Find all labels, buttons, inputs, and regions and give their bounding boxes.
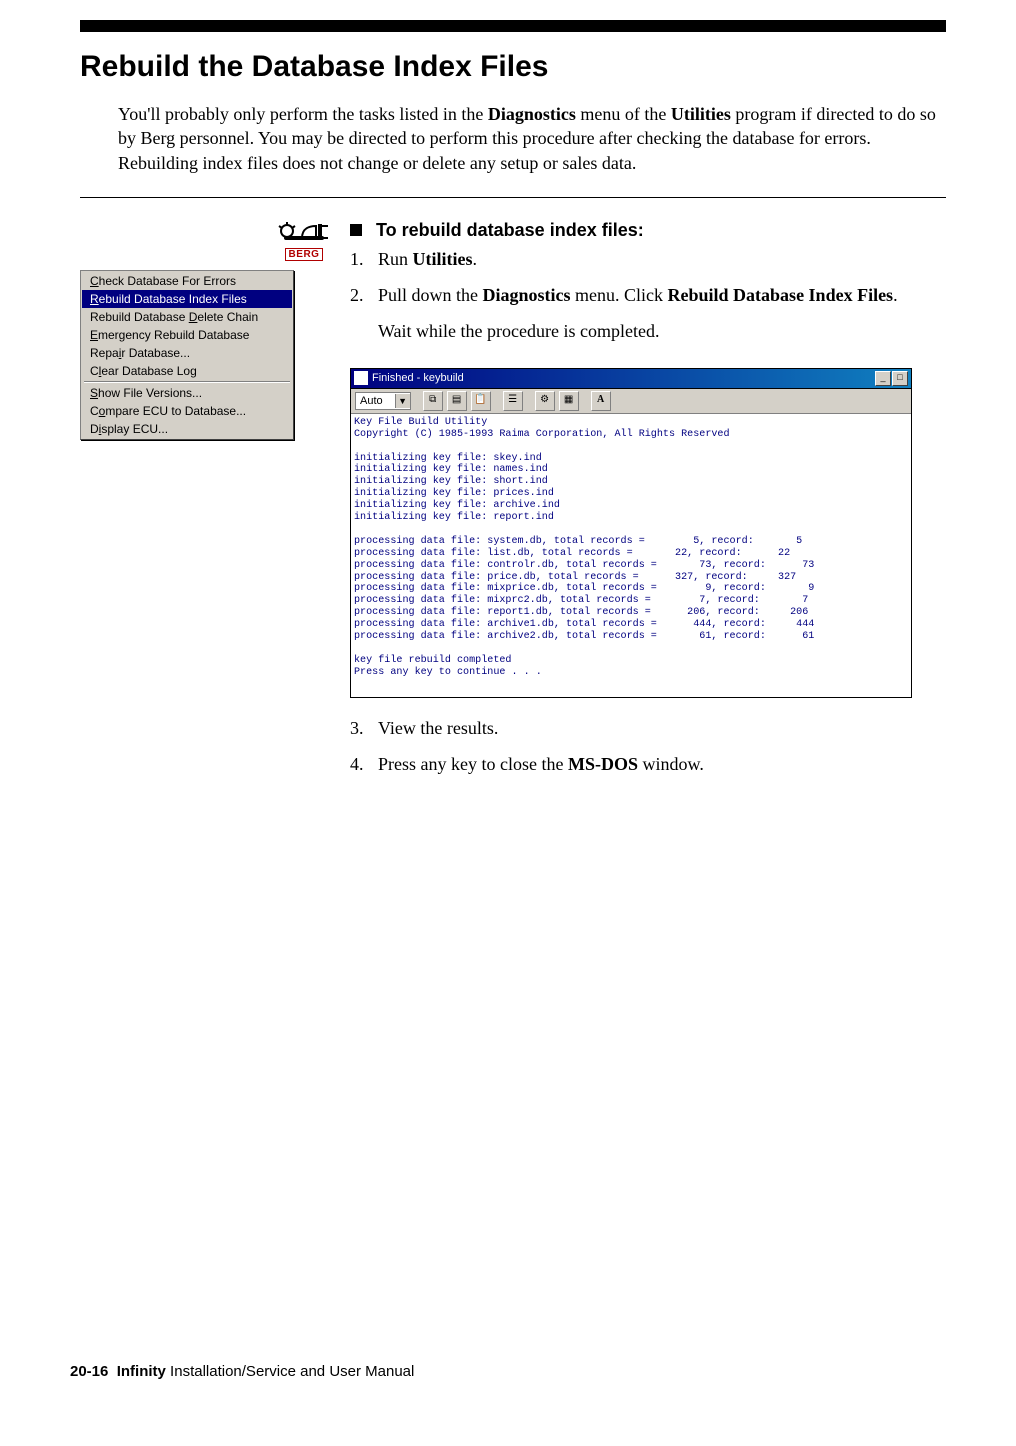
menu-separator [84,381,290,383]
chevron-down-icon: ▼ [395,394,410,408]
dos-window-title: Finished - keybuild [372,372,875,384]
font-size-combo[interactable]: Auto ▼ [355,392,411,410]
toolbar-button-6[interactable]: ▦ [559,391,579,411]
berg-glyph-icon [276,220,332,242]
toolbar-button-font[interactable]: A [591,391,611,411]
toolbar-button-1[interactable]: ⧉ [423,391,443,411]
menu-item-emergency-rebuild[interactable]: Emergency Rebuild Database [82,326,292,344]
diagnostics-menu: Check Database For Errors Rebuild Databa… [80,270,294,440]
top-bar [80,20,946,32]
minimize-button[interactable]: _ [875,371,891,386]
menu-item-display-ecu[interactable]: Display ECU... [82,420,292,438]
menu-item-check-database[interactable]: Check Database For Errors [82,272,292,290]
berg-brand-label: BERG [285,248,324,261]
square-bullet-icon [350,224,362,236]
toolbar-button-2[interactable]: ▤ [447,391,467,411]
dos-titlebar[interactable]: Finished - keybuild _ □ [351,369,911,389]
step-1: 1. Run Utilities. [350,247,946,271]
dos-window-icon [354,371,368,385]
task-heading: To rebuild database index files: [376,220,644,241]
step-2: 2. Pull down the Diagnostics menu. Click… [350,283,946,356]
toolbar-button-3[interactable]: 📋 [471,391,491,411]
toolbar-button-5[interactable]: ⚙ [535,391,555,411]
menu-item-rebuild-index[interactable]: Rebuild Database Index Files [82,290,292,308]
menu-item-compare-ecu[interactable]: Compare ECU to Database... [82,402,292,420]
dos-console-output: Key File Build Utility Copyright (C) 198… [351,414,911,697]
page-title: Rebuild the Database Index Files [80,50,946,84]
page-footer: 20-16 Infinity Installation/Service and … [70,1363,414,1380]
dos-window: Finished - keybuild _ □ Auto ▼ ⧉ ▤ 📋 [350,368,912,698]
menu-item-repair-database[interactable]: Repair Database... [82,344,292,362]
dos-toolbar: Auto ▼ ⧉ ▤ 📋 ☰ ⚙ ▦ A [351,389,911,414]
intro-paragraph: You'll probably only perform the tasks l… [118,102,946,175]
maximize-button[interactable]: □ [892,371,908,386]
step-4: 4. Press any key to close the MS-DOS win… [350,752,946,776]
step-3: 3. View the results. [350,716,946,740]
menu-item-show-file-versions[interactable]: Show File Versions... [82,384,292,402]
menu-item-rebuild-delete-chain[interactable]: Rebuild Database Delete Chain [82,308,292,326]
section-divider [80,197,946,198]
toolbar-button-4[interactable]: ☰ [503,391,523,411]
berg-logo: BERG [80,220,332,262]
menu-item-clear-log[interactable]: Clear Database Log [82,362,292,380]
